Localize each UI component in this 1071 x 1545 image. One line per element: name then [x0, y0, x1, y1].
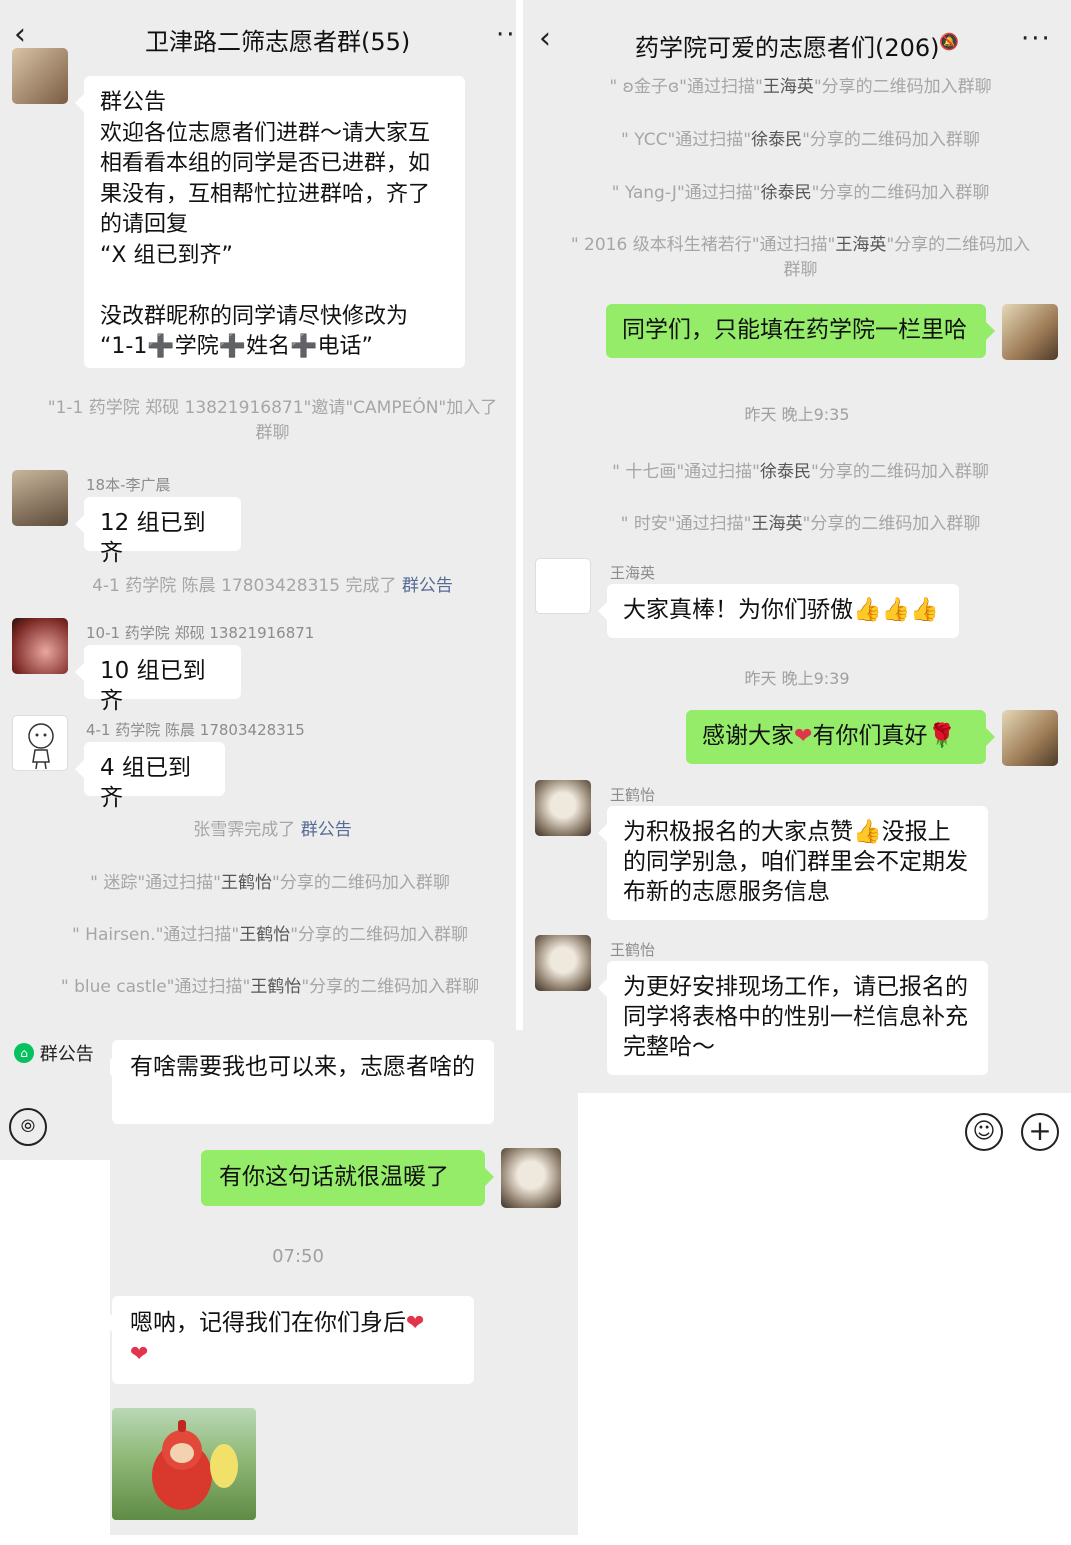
avatar[interactable]: [12, 618, 68, 674]
emoji-icon[interactable]: ☺: [965, 1113, 1003, 1151]
message-bubble[interactable]: 嗯呐，记得我们在你们身后❤ ❤: [110, 1296, 474, 1384]
timestamp: 昨天 晚上9:39: [744, 669, 850, 688]
system-text: " 十七画"通过扫描": [612, 462, 761, 482]
more-icon[interactable]: ··: [496, 22, 516, 48]
system-text: "分享的二维码加入群聊: [802, 514, 981, 534]
teletubby-sticker-icon: [152, 1420, 238, 1510]
left-chat-panel: ‹ 卫津路二筛志愿者群(55) ·· 群公告 欢迎各位志愿者们进群～请大家互相看…: [0, 0, 516, 1160]
system-message: " Yang-J"通过扫描"徐泰民"分享的二维码加入群聊: [553, 181, 1048, 206]
announcement-link[interactable]: 群公告: [301, 820, 352, 840]
avatar[interactable]: [535, 780, 591, 836]
system-text: 4-1 药学院 陈晨 17803428315 完成了: [92, 576, 397, 596]
notice-label: 群公告: [39, 1044, 94, 1065]
user-name[interactable]: 王鹤怡: [250, 977, 301, 997]
user-name[interactable]: 徐泰民: [761, 183, 812, 203]
system-text: " ʚ金子ɞ"通过扫描": [609, 77, 763, 97]
system-message: " ʚ金子ɞ"通过扫描"王海英"分享的二维码加入群聊: [553, 75, 1048, 100]
message-text: 感谢大家: [702, 723, 794, 749]
system-text: " Hairsen."通过扫描": [71, 925, 240, 945]
sender-name: 王海英: [610, 564, 656, 582]
system-message: "1-1 药学院 郑砚 13821916871"邀请"CAMPEÓN"加入了群聊: [47, 398, 498, 443]
timestamp: 昨天 晚上9:35: [744, 405, 850, 424]
announcement-bubble[interactable]: 群公告 欢迎各位志愿者们进群～请大家互相看看本组的同学是否已进群，如果没有，互相…: [75, 76, 465, 368]
self-avatar[interactable]: [501, 1148, 561, 1208]
self-avatar[interactable]: [1002, 304, 1058, 360]
heart-icon: ❤: [130, 1342, 149, 1367]
system-text: "分享的二维码加入群聊: [272, 873, 450, 893]
message-bubble[interactable]: 大家真棒！为你们骄傲👍👍👍: [598, 584, 959, 638]
self-message-bubble[interactable]: 同学们，只能填在药学院一栏里哈: [606, 304, 995, 358]
sticker-image[interactable]: [112, 1408, 256, 1520]
system-message: 4-1 药学院 陈晨 17803428315 完成了 群公告: [40, 574, 505, 599]
user-name[interactable]: 徐泰民: [760, 462, 811, 482]
system-text: " blue castle"通过扫描": [60, 977, 251, 997]
message-bubble[interactable]: 为积极报名的大家点赞👍没报上的同学别急，咱们群里会不定期发布新的志愿服务信息: [598, 806, 988, 920]
system-text: " Yang-J"通过扫描": [611, 183, 761, 203]
user-name[interactable]: 王海英: [835, 235, 886, 255]
message-bubble[interactable]: 为更好安排现场工作，请已报名的同学将表格中的性别一栏信息补充完整哈～: [598, 961, 988, 1075]
system-message: " 十七画"通过扫描"徐泰民"分享的二维码加入群聊: [553, 460, 1048, 485]
system-message: " 2016 级本科生褚若行"通过扫描"王海英"分享的二维码加入群聊: [568, 233, 1033, 283]
message-text: 有你们真好🌹: [812, 723, 957, 749]
system-message: " 迷踪"通过扫描"王鹤怡"分享的二维码加入群聊: [25, 871, 515, 896]
mute-icon: 🔕: [939, 32, 959, 51]
system-text: "分享的二维码加入群聊: [290, 925, 469, 945]
avatar[interactable]: [535, 558, 591, 614]
user-name[interactable]: 王海英: [763, 77, 814, 97]
self-message-bubble[interactable]: 有你这句话就很温暖了: [201, 1150, 494, 1206]
heart-icon: ❤: [406, 1311, 425, 1336]
avatar[interactable]: [12, 48, 68, 104]
system-message: 张雪霁完成了 群公告: [40, 818, 505, 843]
chat-title: 药学院可爱的志愿者们(206): [635, 34, 940, 62]
back-icon[interactable]: ‹: [14, 20, 26, 50]
sender-name: 4-1 药学院 陈晨 17803428315: [86, 721, 305, 739]
sender-name: 王鹤怡: [610, 786, 656, 804]
system-message: " 时安"通过扫描"王海英"分享的二维码加入群聊: [553, 512, 1048, 537]
system-message: " YCC"通过扫描"徐泰民"分享的二维码加入群聊: [553, 128, 1048, 153]
bottom-chat-panel: 有啥需要我也可以来，志愿者啥的 有你这句话就很温暖了 07:50 嗯呐，记得我们…: [110, 1030, 578, 1535]
system-text: " 2016 级本科生褚若行"通过扫描": [570, 235, 836, 255]
system-text: " 迷踪"通过扫描": [90, 873, 222, 893]
notice-icon: ⌂: [14, 1043, 34, 1063]
system-message: " Hairsen."通过扫描"王鹤怡"分享的二维码加入群聊: [25, 923, 515, 948]
avatar[interactable]: [12, 715, 68, 771]
message-bubble[interactable]: 有啥需要我也可以来，志愿者啥的: [110, 1040, 494, 1124]
sender-name: 18本-李广晨: [86, 476, 171, 494]
message-bubble[interactable]: 12 组已到齐: [75, 497, 241, 566]
message-bubble[interactable]: 4 组已到齐: [75, 742, 225, 811]
user-name[interactable]: 徐泰民: [751, 130, 802, 150]
system-message: " blue castle"通过扫描"王鹤怡"分享的二维码加入群聊: [25, 975, 515, 1000]
system-text: " 时安"通过扫描": [620, 514, 752, 534]
system-text: "分享的二维码加入群聊: [802, 130, 980, 150]
system-text: "分享的二维码加入群聊: [813, 77, 992, 97]
avatar[interactable]: [535, 935, 591, 991]
system-text: "分享的二维码加入群聊: [301, 977, 480, 997]
sender-name: 10-1 药学院 郑砚 13821916871: [86, 624, 315, 642]
voice-icon[interactable]: ⦾: [9, 1108, 47, 1146]
cartoon-girl-icon: [28, 723, 54, 770]
message-input[interactable]: [584, 1100, 950, 1160]
system-text: " YCC"通过扫描": [621, 130, 752, 150]
announcement-link[interactable]: 群公告: [402, 576, 453, 596]
avatar[interactable]: [12, 470, 68, 526]
chat-title: 卫津路二筛志愿者群(55): [145, 28, 411, 56]
self-message-bubble[interactable]: 感谢大家❤有你们真好🌹: [686, 710, 995, 764]
back-icon[interactable]: ‹: [539, 24, 551, 54]
heart-icon: ❤: [794, 724, 813, 749]
self-avatar[interactable]: [1002, 710, 1058, 766]
sender-name: 王鹤怡: [610, 941, 656, 959]
plus-icon[interactable]: +: [1021, 1113, 1059, 1151]
system-text: "分享的二维码加入群聊: [811, 462, 989, 482]
system-text: "分享的二维码加入群聊: [811, 183, 990, 203]
system-text: 张雪霁完成了: [193, 820, 296, 840]
message-text: 嗯呐，记得我们在你们身后: [130, 1310, 406, 1336]
user-name[interactable]: 王鹤怡: [221, 873, 272, 893]
user-name[interactable]: 王鹤怡: [239, 925, 290, 945]
right-chat-panel: ‹ 药学院可爱的志愿者们(206) 🔕 ··· " ʚ金子ɞ"通过扫描"王海英"…: [523, 0, 1071, 1093]
timestamp: 07:50: [272, 1246, 324, 1267]
message-bubble[interactable]: 10 组已到齐: [75, 645, 241, 714]
user-name[interactable]: 王海英: [752, 514, 803, 534]
group-notice-pill[interactable]: ⌂ 群公告: [14, 1040, 94, 1070]
more-icon[interactable]: ···: [1021, 26, 1052, 52]
